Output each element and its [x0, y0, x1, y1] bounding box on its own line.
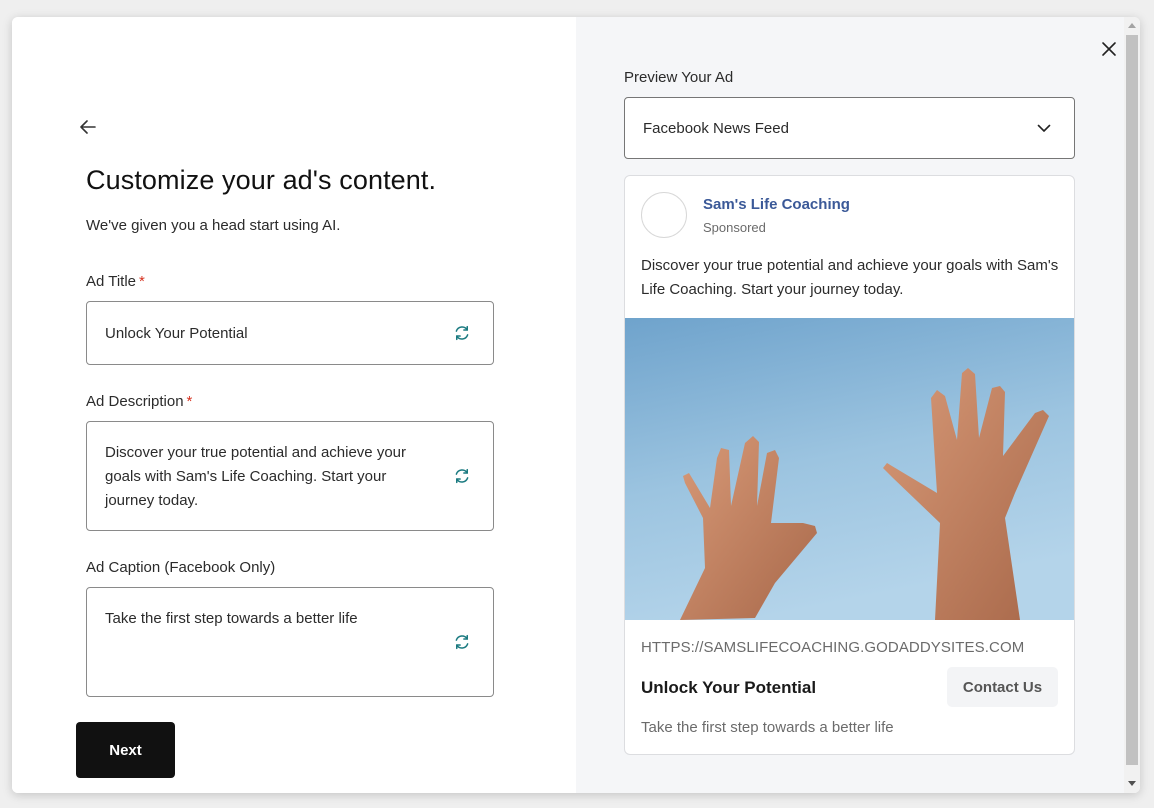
ad-caption-value: Take the first step towards a better lif…: [105, 610, 358, 627]
back-button[interactable]: [78, 117, 98, 137]
contact-us-button[interactable]: Contact Us: [947, 667, 1058, 707]
ad-title-label-text: Ad Title: [86, 273, 137, 290]
ad-preview-card: Sam's Life Coaching Sponsored Discover y…: [624, 175, 1075, 755]
ad-caption-label: Ad Caption (Facebook Only): [86, 559, 275, 576]
close-icon: [1102, 42, 1116, 56]
scroll-up-arrow[interactable]: [1128, 23, 1136, 28]
form-panel: Customize your ad's content. We've given…: [12, 17, 576, 793]
placement-selected-value: Facebook News Feed: [643, 120, 789, 137]
page-subtitle: We've given you a head start using AI.: [86, 217, 341, 234]
refresh-icon[interactable]: [453, 324, 471, 342]
ad-description-value: Discover your true potential and achieve…: [105, 444, 406, 509]
ad-description-label-text: Ad Description: [86, 393, 184, 410]
ad-headline: Unlock Your Potential: [641, 678, 817, 697]
ad-description-label: Ad Description *: [86, 393, 192, 410]
close-button[interactable]: [1099, 39, 1119, 59]
ad-description-input[interactable]: Discover your true potential and achieve…: [86, 421, 494, 531]
ad-caption: Take the first step towards a better lif…: [641, 719, 894, 736]
next-button[interactable]: Next: [76, 722, 175, 778]
scroll-thumb[interactable]: [1126, 35, 1138, 765]
ad-image: [625, 318, 1074, 620]
placement-select[interactable]: Facebook News Feed: [624, 97, 1075, 159]
arrow-left-icon: [80, 120, 96, 134]
ad-title-label: Ad Title *: [86, 273, 145, 290]
ad-title-value: Unlock Your Potential: [105, 325, 248, 342]
page-name[interactable]: Sam's Life Coaching: [703, 196, 850, 213]
preview-label: Preview Your Ad: [624, 69, 734, 86]
scrollbar[interactable]: [1124, 17, 1140, 793]
post-text: Discover your true potential and achieve…: [641, 257, 1059, 298]
preview-panel: Preview Your Ad Facebook News Feed Sam's…: [576, 17, 1124, 793]
ad-customization-modal: Customize your ad's content. We've given…: [12, 17, 1140, 793]
page-title: Customize your ad's content.: [86, 165, 437, 195]
required-marker: *: [139, 273, 145, 290]
sponsored-label: Sponsored: [703, 220, 766, 235]
avatar: [641, 192, 687, 238]
refresh-icon[interactable]: [453, 467, 471, 485]
ad-url[interactable]: HTTPS://SAMSLIFECOACHING.GODADDYSITES.CO…: [641, 639, 1024, 656]
scroll-down-arrow[interactable]: [1128, 781, 1136, 786]
ad-caption-input[interactable]: Take the first step towards a better lif…: [86, 587, 494, 697]
chevron-down-icon: [1037, 124, 1051, 132]
refresh-icon[interactable]: [453, 633, 471, 651]
required-marker: *: [186, 393, 193, 410]
ad-title-input[interactable]: Unlock Your Potential: [86, 301, 494, 365]
ad-caption-label-text: Ad Caption (Facebook Only): [86, 559, 276, 576]
